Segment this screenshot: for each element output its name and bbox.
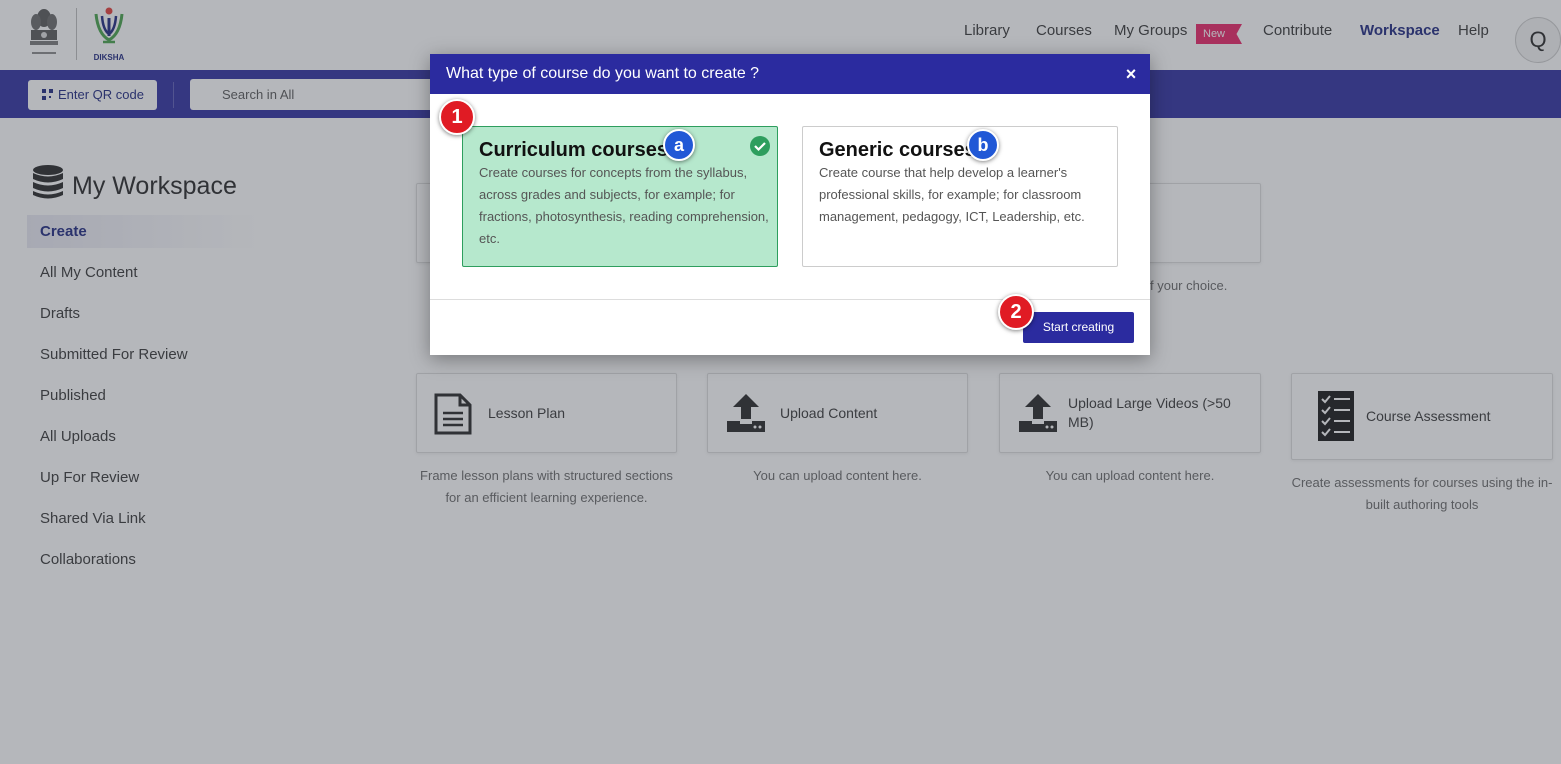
start-creating-button[interactable]: Start creating bbox=[1023, 312, 1134, 343]
generic-courses-option[interactable]: Generic courses Create course that help … bbox=[802, 126, 1118, 267]
close-icon[interactable]: × bbox=[1122, 64, 1140, 84]
option-a-callout: a bbox=[663, 129, 695, 161]
generic-courses-description: Create course that help develop a learne… bbox=[819, 165, 1085, 224]
modal-footer-divider bbox=[430, 299, 1150, 300]
step-1-callout: 1 bbox=[439, 99, 475, 135]
modal-title: What type of course do you want to creat… bbox=[446, 65, 760, 82]
curriculum-courses-option[interactable]: Curriculum courses Create courses for co… bbox=[462, 126, 778, 267]
curriculum-courses-title: Curriculum courses bbox=[479, 139, 668, 161]
modal-header: What type of course do you want to creat… bbox=[430, 54, 1150, 94]
option-b-callout: b bbox=[967, 129, 999, 161]
curriculum-courses-description: Create courses for concepts from the syl… bbox=[479, 165, 769, 246]
step-2-callout: 2 bbox=[998, 294, 1034, 330]
generic-courses-title: Generic courses bbox=[819, 139, 976, 161]
course-type-modal: What type of course do you want to creat… bbox=[430, 54, 1150, 355]
check-circle-icon bbox=[750, 136, 770, 156]
